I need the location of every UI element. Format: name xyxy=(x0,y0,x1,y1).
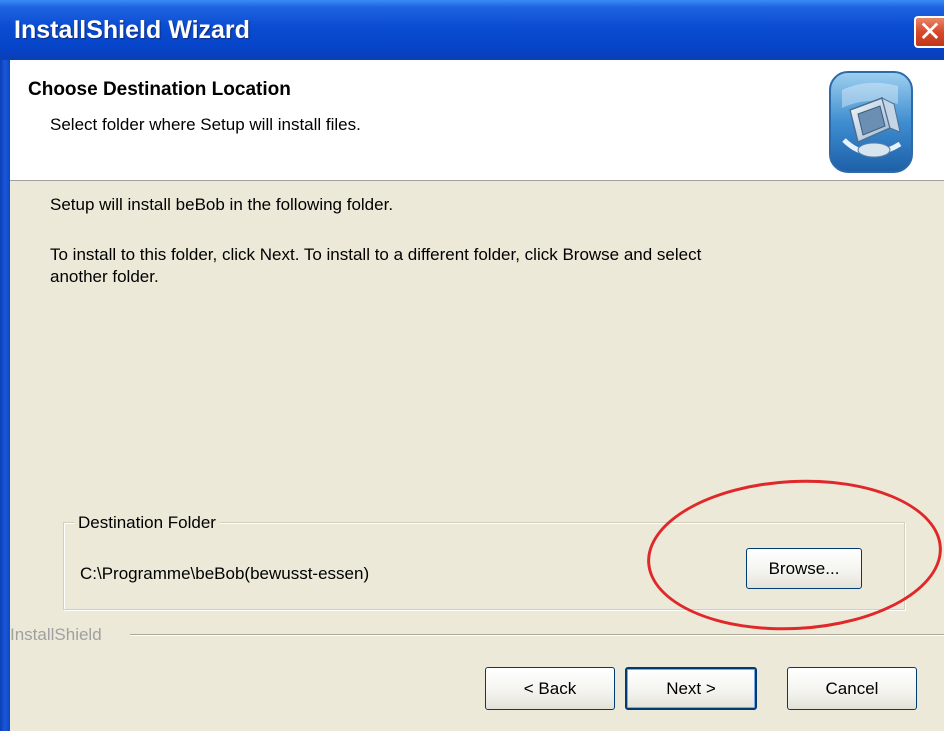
cancel-button[interactable]: Cancel xyxy=(787,667,917,710)
close-button[interactable]: ✕ xyxy=(914,15,944,48)
instructions-line-2: another folder. xyxy=(50,267,159,286)
back-button[interactable]: < Back xyxy=(485,667,615,710)
browse-button-label: Browse... xyxy=(768,559,840,578)
page-subtitle: Select folder where Setup will install f… xyxy=(50,115,361,134)
install-folder-text: Setup will install beBob in the followin… xyxy=(50,195,394,214)
destination-path: C:\Programme\beBob(bewusst-essen) xyxy=(80,564,370,583)
next-button-label: Next > xyxy=(666,679,716,698)
footer-separator xyxy=(130,634,944,636)
installer-computer-icon xyxy=(828,70,914,174)
back-button-label: < Back xyxy=(523,679,577,698)
page-title: Choose Destination Location xyxy=(28,79,291,100)
window-left-border xyxy=(0,60,10,731)
close-icon: ✕ xyxy=(918,15,942,48)
installshield-brand: InstallShield xyxy=(10,625,102,644)
instructions-line-1: To install to this folder, click Next. T… xyxy=(50,245,702,264)
wizard-header: Choose Destination Location Select folde… xyxy=(10,60,944,181)
window-title: InstallShield Wizard xyxy=(14,16,250,44)
cancel-button-label: Cancel xyxy=(825,679,879,698)
destination-folder-label: Destination Folder xyxy=(74,513,220,533)
next-button[interactable]: Next > xyxy=(625,667,757,710)
browse-button[interactable]: Browse... xyxy=(746,548,862,589)
window-titlebar[interactable]: InstallShield Wizard ✕ xyxy=(0,0,944,60)
